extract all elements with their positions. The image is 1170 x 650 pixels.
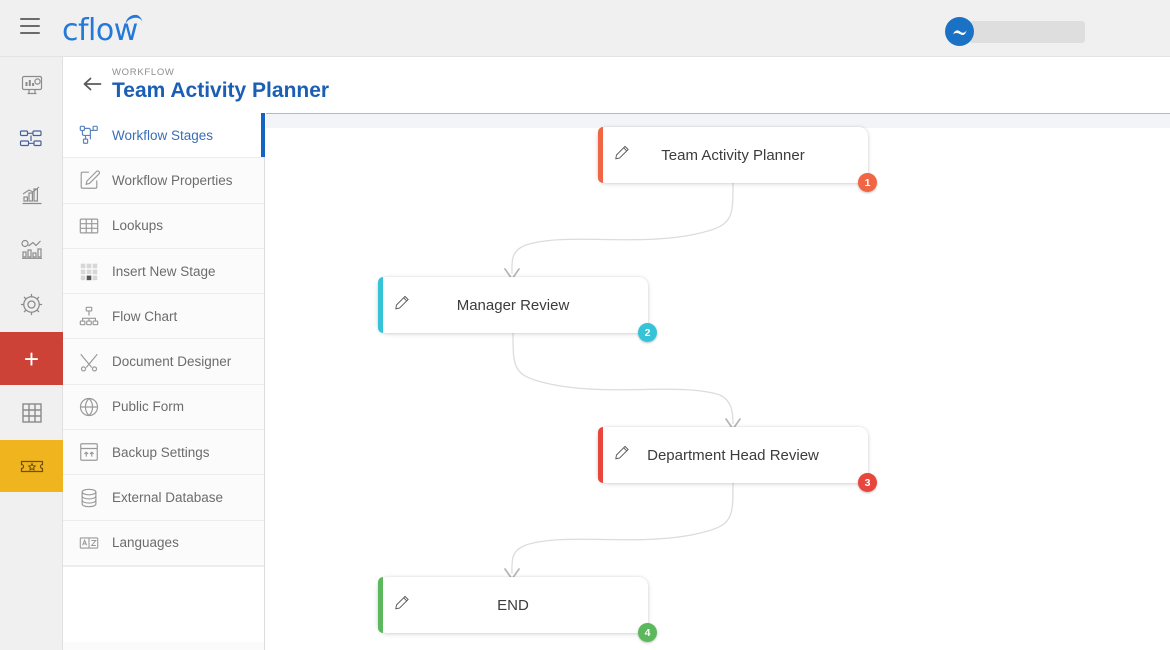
edit-square-icon [78, 169, 112, 191]
connector-1-2 [511, 182, 734, 275]
pencil-icon[interactable] [614, 145, 630, 166]
connector-2-3 [512, 332, 734, 425]
menu-item-label: Workflow Stages [112, 127, 214, 143]
menu-item-label: External Database [112, 490, 224, 506]
workflow-node-badge: 2 [638, 323, 657, 342]
workflow-node-title: Team Activity Planner [661, 146, 805, 164]
connector-3-4 [511, 482, 734, 575]
workflow-node[interactable]: Team Activity Planner 1 [598, 127, 877, 192]
menu-item-label: Document Designer [112, 354, 232, 370]
top-bar: cflow [0, 0, 1170, 57]
rail-item-tickets[interactable] [0, 440, 63, 492]
document-designer-icon [78, 351, 112, 373]
analytics-scatter-icon [20, 238, 44, 262]
workflow-nodes-icon [19, 128, 45, 152]
workflow-node[interactable]: END 4 [378, 577, 657, 642]
rail-item-apps[interactable] [0, 385, 63, 440]
database-icon [78, 487, 112, 509]
menu-item-insert-new-stage[interactable]: Insert New Stage [63, 249, 264, 295]
rail-item-workflows[interactable] [0, 112, 63, 167]
menu-item-public-form[interactable]: Public Form [63, 385, 264, 431]
globe-icon [78, 396, 112, 418]
avatar[interactable] [945, 17, 974, 46]
grid-icon [20, 401, 44, 425]
menu-item-document-designer[interactable]: Document Designer [63, 339, 264, 385]
user-chip[interactable] [945, 17, 1085, 46]
menu-item-label: Flow Chart [112, 308, 178, 324]
rail-item-reports[interactable] [0, 167, 63, 222]
workflow-settings-menu: Workflow Stages Workflow Properties Look… [63, 113, 265, 650]
table-grid-icon [78, 215, 112, 237]
dashboard-monitor-icon [20, 73, 44, 97]
hamburger-icon[interactable] [20, 18, 40, 34]
gear-icon [19, 292, 44, 317]
page-title: Team Activity Planner [112, 79, 330, 102]
pencil-icon[interactable] [614, 445, 630, 466]
back-button[interactable] [81, 74, 103, 99]
backup-upload-icon [78, 441, 112, 463]
menu-item-workflow-properties[interactable]: Workflow Properties [63, 158, 264, 204]
insert-stage-icon [78, 260, 112, 282]
breadcrumb: WORKFLOW [112, 67, 175, 78]
workflow-node-badge: 3 [858, 473, 877, 492]
menu-item-lookups[interactable]: Lookups [63, 204, 264, 249]
workflow-node-badge: 1 [858, 173, 877, 192]
menu-item-label: Insert New Stage [112, 263, 216, 279]
workflow-stages-icon [78, 124, 112, 146]
menu-item-flow-chart[interactable]: Flow Chart [63, 294, 264, 340]
bar-chart-icon [20, 183, 44, 207]
org-chart-icon [78, 305, 112, 327]
rail-item-analytics[interactable] [0, 222, 63, 277]
rail-item-add[interactable]: + [0, 332, 63, 385]
workflow-node-title: Department Head Review [647, 446, 819, 464]
workflow-node[interactable]: Manager Review 2 [378, 277, 657, 342]
menu-item-backup-settings[interactable]: Backup Settings [63, 430, 264, 476]
rail-item-settings[interactable] [0, 277, 63, 332]
icon-rail: + [0, 57, 63, 650]
menu-item-label: Backup Settings [112, 444, 210, 460]
page-header: WORKFLOW Team Activity Planner [63, 57, 1170, 113]
menu-item-label: Public Form [112, 399, 185, 415]
rail-item-dashboard[interactable] [0, 57, 63, 112]
plus-icon: + [23, 343, 40, 374]
menu-item-languages[interactable]: Languages [63, 521, 264, 566]
workflow-node-title: END [497, 596, 529, 614]
user-name-placeholder [970, 20, 1085, 43]
menu-empty-area [63, 565, 264, 642]
workflow-node-title: Manager Review [456, 296, 570, 314]
languages-icon [78, 532, 112, 554]
menu-item-workflow-stages[interactable]: Workflow Stages [63, 113, 265, 159]
workflow-canvas[interactable]: Team Activity Planner 1 Manager Review 2… [266, 113, 1170, 650]
connector-layer [504, 182, 741, 580]
menu-item-label: Languages [112, 535, 179, 551]
menu-item-label: Lookups [112, 218, 164, 234]
workflow-node[interactable]: Department Head Review 3 [598, 427, 877, 492]
pencil-icon[interactable] [394, 295, 410, 316]
workflow-node-badge: 4 [638, 623, 657, 642]
ticket-icon [19, 455, 45, 477]
menu-item-external-database[interactable]: External Database [63, 475, 264, 521]
menu-item-label: Workflow Properties [112, 172, 233, 188]
pencil-icon[interactable] [394, 595, 410, 616]
